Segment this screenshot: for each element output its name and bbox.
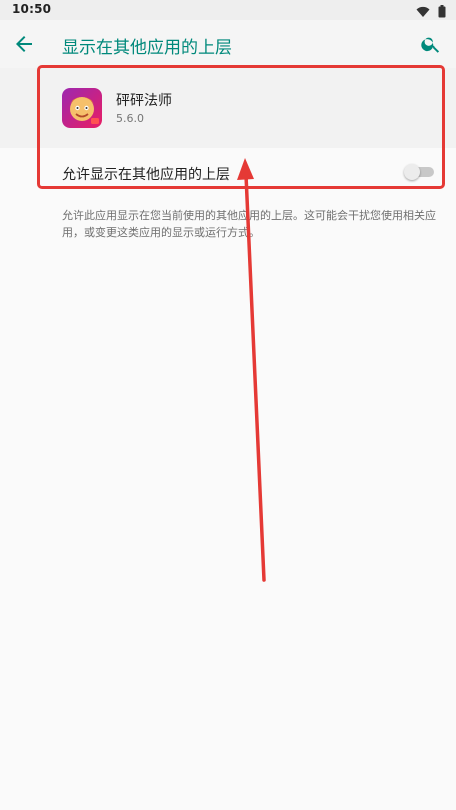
overlay-permission-toggle[interactable] — [404, 164, 434, 180]
app-icon — [62, 88, 102, 128]
page-title: 显示在其他应用的上层 — [62, 38, 232, 58]
app-version: 5.6.0 — [116, 112, 144, 125]
back-arrow-icon[interactable] — [12, 32, 36, 56]
app-bar: 显示在其他应用的上层 — [0, 20, 456, 68]
search-icon[interactable] — [420, 33, 442, 55]
toggle-thumb — [404, 164, 420, 180]
permission-description: 允许此应用显示在您当前使用的其他应用的上层。这可能会干扰您使用相关应用，或变更这… — [62, 209, 436, 239]
overlay-permission-label: 允许显示在其他应用的上层 — [62, 167, 230, 183]
overlay-permission-row[interactable]: 允许显示在其他应用的上层 — [0, 148, 456, 196]
status-time: 10:50 — [12, 2, 52, 16]
status-bar: 10:50 — [0, 0, 456, 20]
app-header: 砰砰法师 5.6.0 — [0, 68, 456, 148]
app-name: 砰砰法师 — [116, 93, 172, 109]
